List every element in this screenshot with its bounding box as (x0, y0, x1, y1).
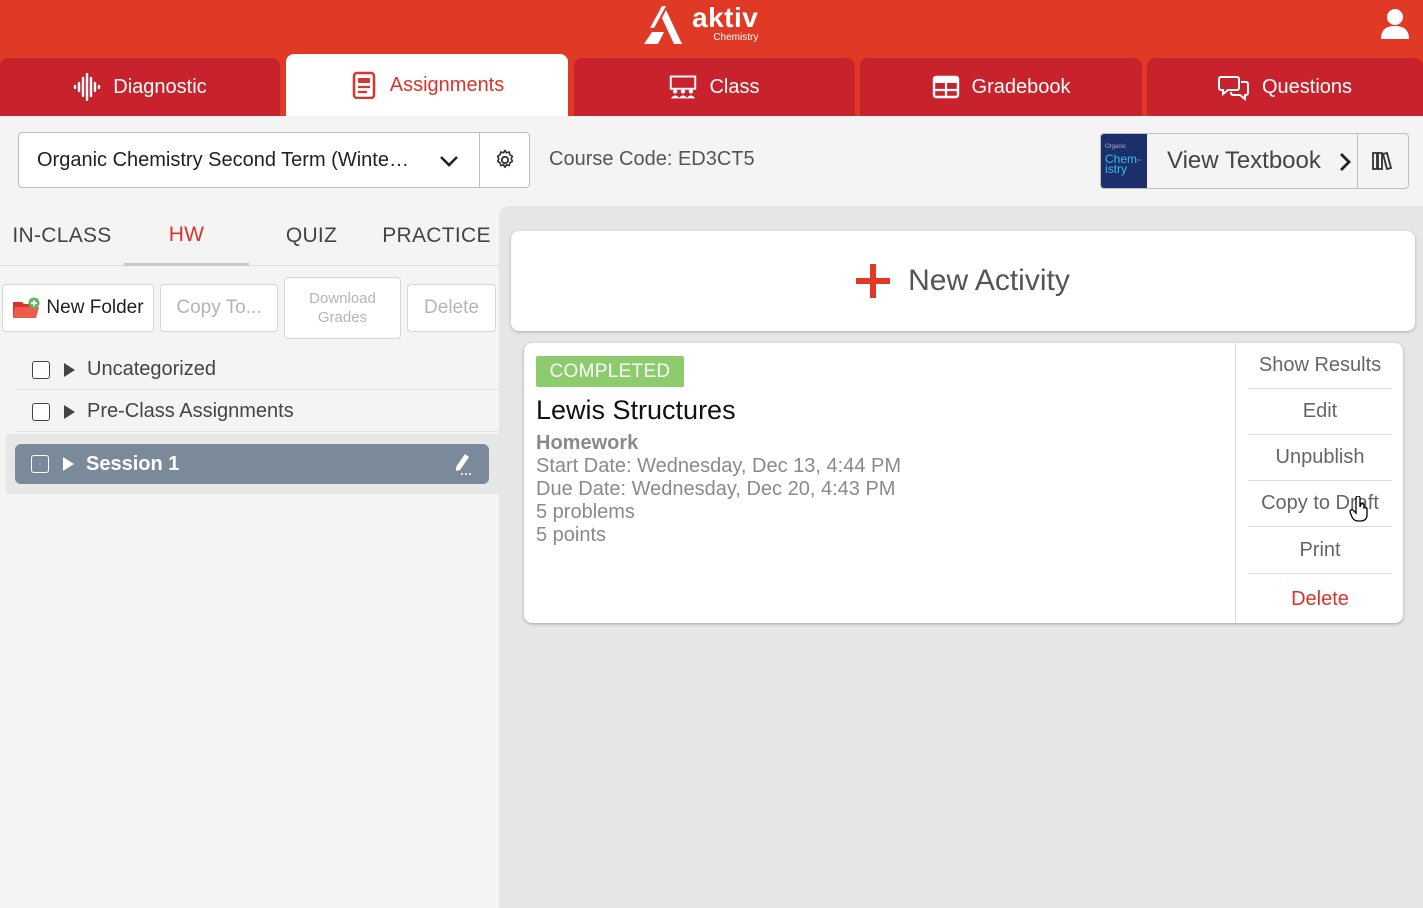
tab-diagnostic[interactable]: Diagnostic (0, 58, 280, 116)
tab-hw[interactable]: HW (124, 206, 249, 266)
assignment-points: 5 points (536, 524, 607, 546)
expand-triangle-icon[interactable] (63, 457, 74, 471)
brand-subtitle: Chemistry (713, 32, 759, 43)
download-grades-button[interactable]: Download Grades (284, 277, 401, 339)
edit-pencil-icon[interactable] (453, 452, 473, 476)
table-icon (932, 75, 959, 99)
view-textbook-button[interactable]: Organic Chem-istry View Textbook (1100, 133, 1409, 189)
logo-text: aktiv Chemistry (692, 4, 758, 44)
course-select[interactable]: Organic Chemistry Second Term (Winte… (18, 132, 480, 188)
unpublish-button[interactable]: Unpublish (1248, 435, 1392, 481)
chat-bubbles-icon (1217, 76, 1249, 101)
tab-class-label: Class (709, 75, 760, 98)
chevron-right-icon (1340, 153, 1351, 171)
waveform-icon (74, 73, 101, 101)
folder-row-session-1[interactable]: Session 1 (15, 444, 489, 484)
assignment-start-date: Start Date: Wednesday, Dec 13, 4:44 PM (536, 455, 901, 477)
folder-label: Uncategorized (87, 358, 216, 380)
download-grades-label-2: Grades (317, 309, 368, 326)
show-results-button[interactable]: Show Results (1248, 343, 1392, 389)
delete-assignment-button[interactable]: Delete (1248, 576, 1392, 622)
main-nav-tabs: Diagnostic Assignments Class Gradebook Q… (0, 54, 1423, 116)
tab-gradebook-label: Gradebook (971, 75, 1071, 98)
tab-in-class[interactable]: IN-CLASS (0, 206, 124, 266)
aktiv-logo-icon (644, 6, 682, 44)
chevron-down-icon (440, 156, 458, 167)
tab-quiz[interactable]: QUIZ (249, 206, 374, 266)
gear-icon (496, 149, 513, 169)
assignment-due-date: Due Date: Wednesday, Dec 20, 4:43 PM (536, 478, 896, 500)
folder-checkbox[interactable] (31, 455, 49, 473)
aktiv-logo[interactable]: aktiv Chemistry (642, 4, 758, 46)
hand-cursor-icon (1349, 496, 1368, 522)
copy-to-button[interactable]: Copy To... (160, 284, 278, 332)
classroom-icon (670, 75, 697, 99)
assignment-problem-count: 5 problems (536, 501, 635, 523)
top-bar: aktiv Chemistry Diagnostic Assignments C… (0, 0, 1423, 116)
library-books-icon[interactable] (1371, 150, 1393, 172)
edit-button[interactable]: Edit (1248, 389, 1392, 435)
textbook-cover-subtitle: Organic (1105, 144, 1127, 150)
folder-checkbox[interactable] (32, 360, 50, 379)
new-activity-label: New Activity (908, 264, 1070, 297)
print-button[interactable]: Print (1248, 528, 1392, 574)
assignment-actions: Show Results Edit Unpublish Copy to Draf… (1235, 343, 1403, 623)
course-select-value: Organic Chemistry Second Term (Winte… (37, 148, 409, 171)
status-badge: COMPLETED (536, 356, 684, 387)
tab-questions-label: Questions (1261, 75, 1353, 98)
folder-row-pre-class[interactable]: Pre-Class Assignments (16, 392, 498, 432)
folder-add-icon (13, 297, 40, 318)
download-grades-label-1: Download (309, 290, 376, 307)
tab-questions[interactable]: Questions (1147, 58, 1423, 116)
new-activity-button[interactable]: New Activity (511, 231, 1415, 331)
course-settings-button[interactable] (479, 132, 530, 188)
folder-checkbox[interactable] (32, 402, 50, 421)
textbook-cover-title: Chem-istry (1105, 152, 1142, 176)
user-profile-icon[interactable] (1380, 8, 1410, 40)
expand-triangle-icon[interactable] (64, 404, 75, 419)
textbook-divider (1357, 134, 1358, 188)
view-textbook-label: View Textbook (1167, 147, 1321, 174)
brand-name: aktiv (692, 2, 759, 33)
tab-class[interactable]: Class (574, 58, 855, 116)
assignment-type-tabs: IN-CLASS HW QUIZ PRACTICE (0, 206, 499, 266)
plus-icon (856, 264, 891, 298)
new-folder-button[interactable]: New Folder (2, 284, 154, 332)
tab-diagnostic-label: Diagnostic (113, 75, 207, 98)
document-icon (352, 71, 375, 99)
expand-triangle-icon[interactable] (64, 362, 75, 377)
tab-assignments-label: Assignments (389, 73, 505, 96)
assignment-type: Homework (536, 432, 639, 454)
tab-gradebook[interactable]: Gradebook (860, 58, 1142, 116)
folder-label: Pre-Class Assignments (87, 400, 294, 422)
copy-to-draft-button[interactable]: Copy to Draft (1248, 481, 1392, 527)
textbook-cover-thumbnail: Organic Chem-istry (1101, 134, 1147, 188)
assignment-title[interactable]: Lewis Structures (536, 395, 736, 426)
delete-button[interactable]: Delete (407, 284, 496, 332)
course-code: Course Code: ED3CT5 (549, 148, 755, 170)
tab-assignments[interactable]: Assignments (286, 54, 568, 116)
tab-practice[interactable]: PRACTICE (374, 206, 499, 266)
new-folder-label: New Folder (46, 297, 144, 318)
assignment-card[interactable]: COMPLETED Lewis Structures Homework Star… (524, 343, 1403, 623)
folder-label: Session 1 (86, 452, 180, 475)
folder-row-uncategorized[interactable]: Uncategorized (16, 350, 498, 390)
